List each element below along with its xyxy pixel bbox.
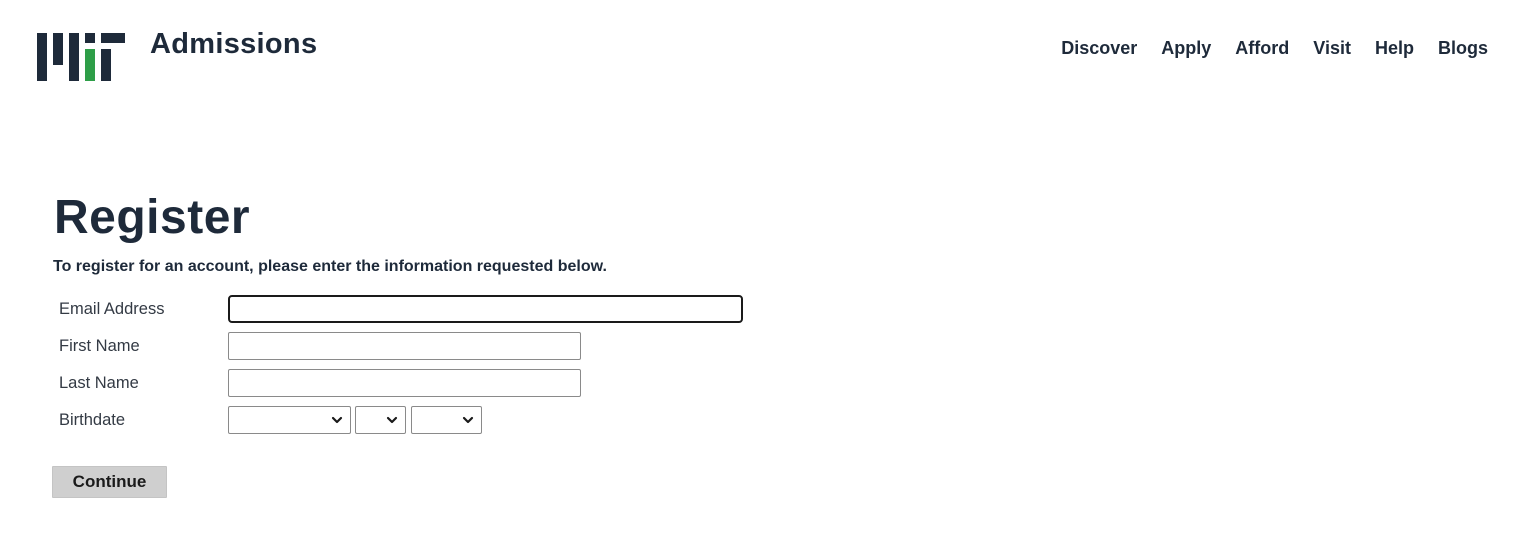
first-name-label: First Name	[59, 336, 140, 355]
email-label: Email Address	[59, 299, 165, 318]
nav-apply[interactable]: Apply	[1161, 38, 1211, 59]
nav-help[interactable]: Help	[1375, 38, 1414, 59]
intro-text: To register for an account, please enter…	[53, 258, 607, 275]
main-nav: Discover Apply Afford Visit Help Blogs	[1061, 38, 1488, 59]
logo-bar-4-green	[85, 49, 95, 81]
nav-visit[interactable]: Visit	[1313, 38, 1351, 59]
continue-button[interactable]: Continue	[52, 466, 167, 498]
birth-day-select[interactable]	[355, 406, 406, 434]
page-title: Register	[54, 191, 251, 244]
birth-year-select[interactable]	[411, 406, 482, 434]
nav-afford[interactable]: Afford	[1235, 38, 1289, 59]
chevron-down-icon	[331, 416, 343, 424]
site-title[interactable]: Admissions	[150, 28, 317, 61]
nav-blogs[interactable]: Blogs	[1438, 38, 1488, 59]
chevron-down-icon	[386, 416, 398, 424]
last-name-field[interactable]	[228, 369, 581, 397]
last-name-label: Last Name	[59, 373, 139, 392]
birth-month-select[interactable]	[228, 406, 351, 434]
logo-bar-5	[85, 33, 95, 43]
birthdate-label: Birthdate	[59, 410, 126, 429]
mit-logo[interactable]	[37, 33, 125, 81]
nav-discover[interactable]: Discover	[1061, 38, 1137, 59]
chevron-down-icon	[462, 416, 474, 424]
logo-bar-6	[101, 49, 111, 81]
logo-bar-6-top	[101, 33, 125, 43]
first-name-field[interactable]	[228, 332, 581, 360]
logo-bar-1	[37, 33, 47, 81]
logo-bar-3	[69, 33, 79, 81]
email-field[interactable]	[228, 295, 743, 323]
logo-bar-2	[53, 33, 63, 65]
